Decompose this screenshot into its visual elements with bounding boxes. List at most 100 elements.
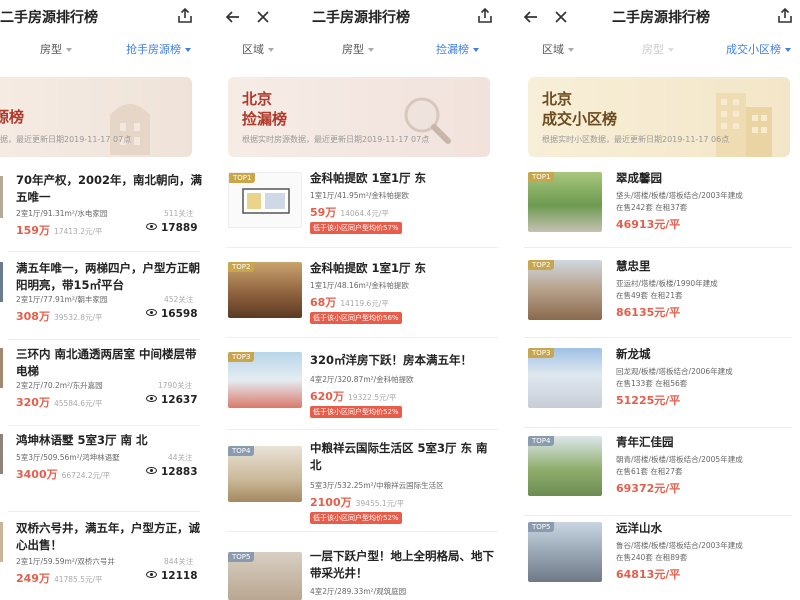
filter-label: 区域	[542, 43, 564, 56]
list-item[interactable]: TOP3 320㎡洋房下跃！房本满五年！ 4室2厅/320.87m²/金科帕提欧…	[218, 348, 506, 430]
list-item[interactable]: TOP1 翠成馨园 垡头/塔楼/板楼/塔板结合/2003年建成 在售242套 在…	[516, 168, 800, 248]
banner-title: 成交小区榜	[542, 110, 618, 128]
top-bar: 二手房源排行榜	[516, 0, 800, 34]
discount-badge: 低于该小区同户型均价52%	[310, 512, 402, 524]
discount-badge: 低于该小区同户型均价52%	[310, 406, 402, 418]
filter-label: 区域	[242, 43, 264, 56]
community-photo: TOP4	[528, 436, 602, 496]
community-meta: 垡头/塔楼/板楼/塔板结合/2003年建成	[616, 191, 743, 200]
filter-district[interactable]: 区域	[542, 41, 574, 57]
filter-label: 房型	[40, 43, 62, 56]
floorplan-thumbnail: TOP1	[228, 172, 302, 228]
chevron-down-icon	[268, 48, 274, 52]
chevron-down-icon	[368, 48, 374, 52]
ranking-banner: 源榜 据，最近更新日期2019-11-17 07点	[0, 77, 192, 157]
share-icon[interactable]	[776, 7, 794, 25]
listing-thumbnail	[0, 262, 3, 302]
list-item[interactable]: TOP2 金科帕提欧 1室1厅 东 1室1厅/48.16m²/金科帕提欧 68万…	[218, 258, 506, 338]
share-icon[interactable]	[176, 7, 194, 25]
list-item[interactable]: TOP4 中粮祥云国际生活区 5室3厅 东 南 北 5室3厅/532.25m²/…	[218, 440, 506, 532]
filter-ranking[interactable]: 成交小区榜	[726, 41, 791, 57]
list-item[interactable]: 三环内 南北通透两居室 中间楼层带电梯 2室2厅/70.2m²/东升嘉园 179…	[0, 344, 208, 426]
close-icon[interactable]	[552, 8, 570, 26]
listing-price: 320万 45584.6元/平	[16, 394, 103, 410]
list-item[interactable]: 双桥六号井，满五年，户型方正，诚心出售！ 2室1厅/59.59m²/双桥六号井 …	[0, 518, 208, 600]
community-price: 86135元/平	[616, 306, 681, 319]
community-price: 51225元/平	[616, 394, 681, 407]
rank-tag: TOP1	[229, 173, 256, 183]
community-stock: 在售61套 在租27套	[616, 467, 683, 476]
listing-thumbnail	[0, 176, 3, 218]
listing-thumbnail: TOP3	[228, 352, 302, 408]
community-meta: 回龙观/板楼/塔板结合/2006年建成	[616, 367, 733, 376]
listing-price: 68万 14119.6元/平	[310, 294, 389, 310]
filter-room-type: 房型	[642, 41, 674, 57]
list-item[interactable]: TOP5 远洋山水 鲁谷/塔楼/板楼/塔板结合/2003年建成 在售240套 在…	[516, 518, 800, 600]
listing-thumbnail	[0, 434, 3, 474]
filter-room-type[interactable]: 房型	[40, 41, 72, 57]
list-item[interactable]: 满五年唯一，两梯四户，户型方正朝阳明亮，带15㎡平台 2室1厅/77.91m²/…	[0, 258, 208, 340]
filter-label: 捡漏榜	[436, 43, 469, 56]
community-photo: TOP5	[528, 522, 602, 582]
divider	[524, 427, 792, 428]
price-unit: 45584.6元/平	[53, 399, 103, 408]
filter-ranking[interactable]: 捡漏榜	[436, 41, 479, 57]
listing-meta: 2室1厅/59.59m²/双桥六号井	[16, 557, 115, 566]
panel-bargain-listings: 二手房源排行榜 区域 房型 捡漏榜 北京 捡漏榜 根据实时房源数据，最近更新日期…	[218, 0, 506, 600]
community-price: 46913元/平	[616, 218, 681, 231]
rank-tag: TOP4	[528, 436, 555, 446]
eye-icon	[146, 467, 157, 474]
list-item[interactable]: TOP4 青年汇佳园 朝青/塔楼/板楼/塔板结合/2005年建成 在售61套 在…	[516, 432, 800, 516]
listing-title: 70年产权，2002年，南北朝向，满五唯一	[16, 173, 203, 204]
filter-label: 房型	[342, 43, 364, 56]
banner-city: 北京	[242, 90, 273, 108]
panel-community-ranking: 二手房源排行榜 区域 房型 成交小区榜 北京 成交小区榜 根据实时小区数据，最近…	[516, 0, 800, 600]
list-item[interactable]: TOP5 一层下跃户型！地上全明格局、地下带采光井！ 4室2厅/289.33m²…	[218, 546, 506, 600]
listing-title: 三环内 南北通透两居室 中间楼层带电梯	[16, 347, 197, 378]
view-count: 17889	[146, 222, 198, 234]
price-total: 59万	[310, 206, 337, 219]
chevron-down-icon	[785, 48, 791, 52]
listing-meta: 2室1厅/91.31m²/水电家园	[16, 209, 108, 218]
list-item[interactable]: 70年产权，2002年，南北朝向，满五唯一 2室1厅/91.31m²/水电家园 …	[0, 170, 208, 252]
price-unit: 19322.5元/平	[347, 393, 397, 402]
attention-count: 1790关注	[158, 381, 193, 390]
filter-bar: 房型 抢手房源榜	[0, 37, 208, 59]
top-bar: 二手房源排行榜	[218, 0, 506, 34]
price-unit: 14119.6元/平	[340, 299, 389, 308]
listing-price: 3400万 66724.2元/平	[16, 466, 110, 482]
back-arrow-icon[interactable]	[224, 8, 242, 26]
filter-ranking[interactable]: 抢手房源榜	[126, 41, 191, 57]
listing-title: 金科帕提欧 1室1厅 东	[310, 261, 427, 275]
close-icon[interactable]	[254, 8, 272, 26]
community-photo: TOP1	[528, 172, 602, 232]
page-title: 二手房源排行榜	[0, 10, 98, 26]
view-count: 12883	[146, 466, 198, 478]
eye-icon	[146, 309, 157, 316]
attention-count: 452关注	[164, 295, 194, 304]
rank-tag: TOP3	[528, 348, 555, 358]
list-item[interactable]: TOP3 新龙城 回龙观/板楼/塔板结合/2006年建成 在售133套 在租56…	[516, 344, 800, 428]
filter-room-type[interactable]: 房型	[342, 41, 374, 57]
chevron-down-icon	[473, 48, 479, 52]
price-total: 2100万	[310, 496, 352, 509]
list-item[interactable]: 鸿坤林语墅 5室3厅 南 北 5室3厅/509.56m²/鸿坤林语墅 44关注 …	[0, 430, 208, 512]
list-item[interactable]: TOP2 慧忠里 亚运村/塔楼/板楼/1990年建成 在售49套 在租21套 8…	[516, 256, 800, 338]
filter-bar: 区域 房型 成交小区榜	[516, 37, 800, 59]
back-arrow-icon[interactable]	[522, 8, 540, 26]
community-photo: TOP3	[528, 348, 602, 408]
price-unit: 41785.5元/平	[53, 575, 103, 584]
ranking-banner: 北京 成交小区榜 根据实时小区数据，最近更新日期2019-11-17 06点	[528, 77, 790, 157]
rank-tag: TOP4	[228, 446, 255, 456]
listing-meta: 5室3厅/509.56m²/鸿坤林语墅	[16, 453, 120, 462]
view-count-value: 17889	[161, 222, 198, 234]
price-total: 159万	[16, 224, 50, 237]
attention-count: 44关注	[168, 453, 193, 462]
community-meta: 亚运村/塔楼/板楼/1990年建成	[616, 279, 718, 288]
filter-district[interactable]: 区域	[242, 41, 274, 57]
banner-city: 北京	[542, 90, 573, 108]
price-total: 3400万	[16, 468, 58, 481]
list-item[interactable]: TOP1 金科帕提欧 1室1厅 东 1室1厅/41.95m²/金科帕提欧 59万…	[218, 168, 506, 248]
attention-count: 511关注	[164, 209, 194, 218]
share-icon[interactable]	[476, 7, 494, 25]
